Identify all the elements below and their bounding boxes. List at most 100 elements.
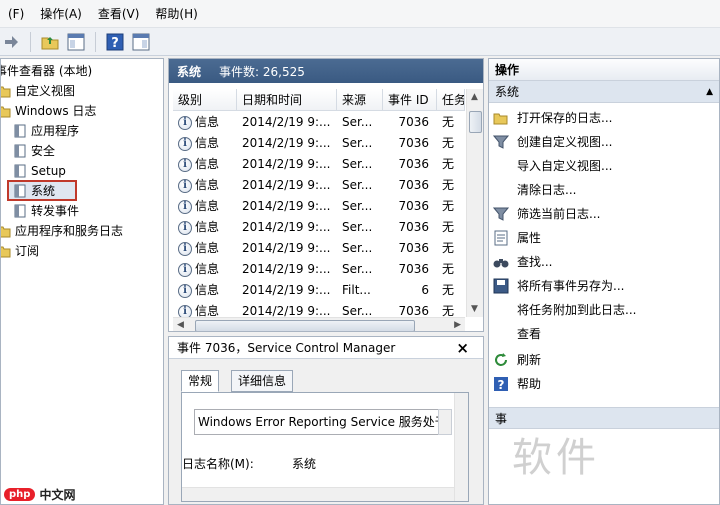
properties-icon bbox=[493, 230, 509, 246]
forward-icon[interactable] bbox=[0, 31, 22, 53]
tab-details[interactable]: 详细信息 bbox=[231, 370, 294, 392]
info-icon: i bbox=[178, 241, 192, 256]
table-row[interactable]: i 信息 2014/2/19 9:... Ser... 7036 无 bbox=[173, 216, 465, 237]
cell: 无 bbox=[442, 115, 455, 129]
action-label: 查找... bbox=[517, 255, 553, 269]
cell: i 信息 bbox=[173, 155, 237, 172]
action-item[interactable]: 创建自定义视图... bbox=[492, 131, 612, 153]
action-label: 刷新 bbox=[517, 353, 542, 367]
event-list-pane: 系统 事件数: 26,525 级别 日期和时间 来源 事件 ID 任务 i 信息 2… bbox=[168, 58, 484, 332]
action-label: 属性 bbox=[517, 231, 542, 245]
tree-item-custom-views[interactable]: 自定义视图 bbox=[1, 81, 75, 101]
table-row[interactable]: i 信息 2014/2/19 9:... Ser... 7036 无 bbox=[173, 153, 465, 174]
cell: 无 bbox=[442, 304, 455, 317]
action-item[interactable]: 查看 bbox=[493, 323, 541, 345]
table-row[interactable]: i 信息 2014/2/19 9:... Ser... 7036 无 bbox=[173, 300, 465, 317]
event-rows: i 信息 2014/2/19 9:... Ser... 7036 无 i 信息 2014/2/1… bbox=[173, 111, 465, 317]
tree-item-setup[interactable]: Setup bbox=[13, 161, 66, 181]
event-list-vscroll[interactable]: ▲ ▼ bbox=[466, 89, 483, 317]
cell: 无 bbox=[442, 220, 455, 234]
cell: i 信息 bbox=[173, 239, 237, 256]
action-item[interactable]: 打开保存的日志... bbox=[493, 107, 612, 129]
action-item[interactable]: 清除日志... bbox=[493, 179, 576, 201]
action-label: 筛选当前日志... bbox=[517, 207, 601, 221]
actions-section-system[interactable]: 系统 ▲ bbox=[489, 81, 719, 103]
info-icon: i bbox=[178, 136, 192, 151]
action-label: 打开保存的日志... bbox=[517, 111, 613, 125]
cell: 无 bbox=[442, 178, 455, 192]
cell: 2014/2/19 9:... bbox=[242, 156, 331, 171]
table-row[interactable]: i 信息 2014/2/19 9:... Filt... 6 无 bbox=[173, 279, 465, 300]
action-item[interactable]: 将所有事件另存为... bbox=[493, 275, 624, 297]
collapse-icon[interactable]: ▲ bbox=[706, 81, 713, 103]
cell: 7036 bbox=[398, 135, 429, 150]
tree-item-security[interactable]: 安全 bbox=[13, 141, 55, 161]
table-row[interactable]: i 信息 2014/2/19 9:... Ser... 7036 无 bbox=[173, 258, 465, 279]
cell: Ser... bbox=[342, 240, 373, 255]
show-pane-icon[interactable] bbox=[130, 31, 152, 53]
filter-icon bbox=[492, 206, 510, 222]
menu-action[interactable]: 操作(A) bbox=[32, 0, 90, 28]
info-icon: i bbox=[178, 220, 192, 235]
help-icon[interactable]: ? bbox=[104, 31, 126, 53]
menu-help[interactable]: 帮助(H) bbox=[147, 0, 205, 28]
hscroll-thumb[interactable] bbox=[195, 320, 415, 331]
table-row[interactable]: i 信息 2014/2/19 9:... Ser... 7036 无 bbox=[173, 237, 465, 258]
log-name-label: 日志名称(M): bbox=[182, 457, 254, 471]
action-item[interactable]: 刷新 bbox=[493, 349, 541, 371]
cell: i 信息 bbox=[173, 281, 237, 298]
tree-item-application[interactable]: 应用程序 bbox=[13, 121, 79, 141]
save-icon bbox=[493, 278, 509, 294]
folder-up-icon[interactable] bbox=[39, 31, 61, 53]
col-datetime[interactable]: 日期和时间 bbox=[237, 89, 337, 110]
vscroll-thumb[interactable] bbox=[469, 111, 482, 133]
action-item[interactable]: 查找... bbox=[493, 251, 552, 273]
logo-text: 中文网 bbox=[39, 487, 76, 502]
refresh-icon bbox=[493, 352, 509, 368]
tab-general[interactable]: 常规 bbox=[181, 370, 220, 392]
folder-icon bbox=[1, 246, 11, 258]
info-icon: i bbox=[178, 262, 192, 277]
col-task[interactable]: 任务 bbox=[437, 89, 465, 110]
detail-hscroll[interactable] bbox=[182, 487, 454, 501]
action-item[interactable]: 属性 bbox=[493, 227, 541, 249]
tree-item-app-service-logs[interactable]: 应用程序和服务日志 bbox=[1, 221, 123, 241]
close-icon[interactable]: × bbox=[456, 339, 469, 357]
table-row[interactable]: i 信息 2014/2/19 9:... Ser... 7036 无 bbox=[173, 195, 465, 216]
table-row[interactable]: i 信息 2014/2/19 9:... Ser... 7036 无 bbox=[173, 132, 465, 153]
cell: 7036 bbox=[398, 219, 429, 234]
cell: 7036 bbox=[398, 177, 429, 192]
svg-text:?: ? bbox=[498, 378, 505, 392]
detail-vscroll[interactable] bbox=[454, 393, 468, 501]
tree-root[interactable]: 事件查看器 (本地) bbox=[1, 61, 92, 81]
table-row[interactable]: i 信息 2014/2/19 9:... Ser... 7036 无 bbox=[173, 111, 465, 132]
action-item[interactable]: 导入自定义视图... bbox=[493, 155, 612, 177]
cell: Ser... bbox=[342, 114, 373, 129]
col-source[interactable]: 来源 bbox=[337, 89, 383, 110]
tree-item-windows-logs[interactable]: Windows 日志 bbox=[1, 101, 96, 121]
cell: 7036 bbox=[398, 303, 429, 318]
menu-file[interactable]: (F) bbox=[0, 0, 32, 28]
event-list-hscroll[interactable]: ◀ ▶ bbox=[173, 317, 465, 331]
event-description[interactable]: Windows Error Reporting Service 服务处于 ( bbox=[194, 409, 450, 435]
tree-item-system[interactable]: 系统 bbox=[13, 181, 55, 201]
action-item[interactable]: 将任务附加到此日志... bbox=[493, 299, 636, 321]
cell: Filt... bbox=[342, 282, 371, 297]
cell: 无 bbox=[442, 136, 455, 150]
cell: 7036 bbox=[398, 114, 429, 129]
cell: 6 bbox=[421, 282, 429, 297]
action-item[interactable]: ? 帮助 bbox=[493, 373, 541, 395]
tree-item-forwarded-events[interactable]: 转发事件 bbox=[13, 201, 79, 221]
binoculars-icon bbox=[493, 254, 509, 270]
description-scroll[interactable] bbox=[438, 409, 452, 435]
action-item[interactable]: 筛选当前日志... bbox=[492, 203, 601, 225]
console-tree-icon[interactable] bbox=[65, 31, 87, 53]
menu-view[interactable]: 查看(V) bbox=[90, 0, 148, 28]
col-level[interactable]: 级别 bbox=[173, 89, 237, 110]
cell: 2014/2/19 9:... bbox=[242, 261, 331, 276]
table-row[interactable]: i 信息 2014/2/19 9:... Ser... 7036 无 bbox=[173, 174, 465, 195]
tree-item-subscriptions[interactable]: 订阅 bbox=[1, 241, 39, 261]
col-event-id[interactable]: 事件 ID bbox=[383, 89, 437, 110]
cell: 7036 bbox=[398, 198, 429, 213]
event-count: 事件数: 26,525 bbox=[219, 64, 305, 79]
